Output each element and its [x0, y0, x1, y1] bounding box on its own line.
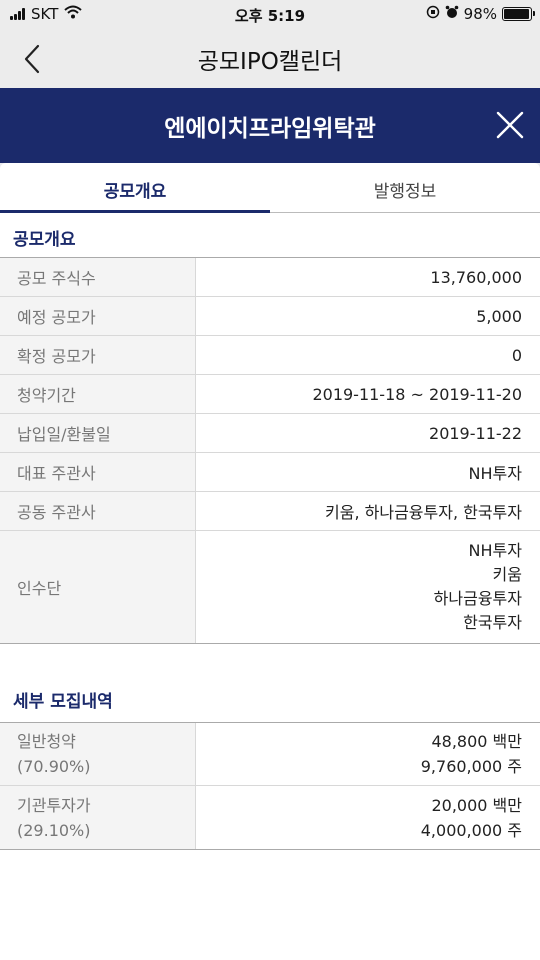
underwriter-list: NH투자 키움 하나금융투자 한국투자: [196, 531, 540, 643]
close-icon: [496, 111, 524, 139]
shares: 4,000,000 주: [420, 820, 522, 840]
row-label: 확정 공모가: [0, 336, 196, 374]
row-label: 청약기간: [0, 375, 196, 413]
alarm-icon: [445, 5, 459, 23]
category-percent: (70.90%): [17, 757, 91, 776]
row-value: 20,000 백만 4,000,000 주: [196, 786, 540, 849]
modal-header: 엔에이치프라임위탁관: [0, 88, 540, 163]
row-label: 일반청약 (70.90%): [0, 723, 196, 785]
active-tab-indicator: [0, 210, 270, 213]
row-value: 2019-11-18 ~ 2019-11-20: [312, 384, 522, 404]
row-value: 0: [511, 345, 522, 365]
row-label: 기관투자가 (29.10%): [0, 786, 196, 849]
overview-table: 공모 주식수 13,760,000 예정 공모가 5,000 확정 공모가 0 …: [0, 257, 540, 644]
underwriter-item: NH투자: [468, 541, 522, 560]
category-percent: (29.10%): [17, 820, 91, 840]
table-row: 예정 공모가 5,000: [0, 297, 540, 336]
category-name: 일반청약: [17, 732, 76, 751]
battery-icon: [502, 7, 535, 21]
battery-fill: [504, 9, 530, 19]
row-label: 예정 공모가: [0, 297, 196, 335]
table-row-underwriters: 인수단 NH투자 키움 하나금융투자 한국투자: [0, 531, 540, 643]
row-value: 2019-11-22: [429, 423, 522, 443]
underwriter-item: 키움: [492, 565, 522, 584]
nav-bar: 공모IPO캘린더: [0, 30, 540, 88]
close-button[interactable]: [492, 107, 528, 143]
tab-overview[interactable]: 공모개요: [0, 163, 270, 212]
row-label: 공동 주관사: [0, 492, 196, 530]
table-row: 공동 주관사 키움, 하나금융투자, 한국투자: [0, 492, 540, 531]
status-bar: SKT 오후 5:19 98%: [0, 0, 540, 30]
row-label: 대표 주관사: [0, 453, 196, 491]
table-row: 납입일/환불일 2019-11-22: [0, 414, 540, 453]
details-section-title: 세부 모집내역: [13, 692, 113, 712]
underwriter-item: 하나금융투자: [433, 589, 522, 608]
shares: 9,760,000 주: [420, 757, 522, 776]
category-name: 기관투자가: [17, 795, 91, 815]
row-value: NH투자: [468, 464, 522, 483]
modal-title: 엔에이치프라임위탁관: [164, 116, 376, 142]
underwriter-item: 한국투자: [463, 613, 522, 632]
row-label: 납입일/환불일: [0, 414, 196, 452]
tab-issue-info[interactable]: 발행정보: [270, 163, 540, 212]
table-row: 기관투자가 (29.10%) 20,000 백만 4,000,000 주: [0, 786, 540, 849]
table-row: 확정 공모가 0: [0, 336, 540, 375]
battery-percent: 98%: [463, 5, 497, 23]
row-value: 5,000: [476, 306, 522, 326]
detail-sheet: 공모개요 발행정보 공모개요 공모 주식수 13,760,000 예정 공모가 …: [0, 163, 540, 960]
status-right: 98%: [426, 5, 535, 23]
nav-title: 공모IPO캘린더: [197, 49, 343, 75]
table-row: 공모 주식수 13,760,000: [0, 258, 540, 297]
row-label: 공모 주식수: [0, 258, 196, 296]
amount: 48,800 백만: [431, 732, 522, 751]
row-value: 48,800 백만 9,760,000 주: [196, 723, 540, 785]
details-table: 일반청약 (70.90%) 48,800 백만 9,760,000 주 기관투자…: [0, 722, 540, 850]
details-section: 세부 모집내역 일반청약 (70.90%) 48,800 백만 9,760,00…: [0, 672, 540, 850]
row-label: 인수단: [0, 531, 196, 643]
table-row: 대표 주관사 NH투자: [0, 453, 540, 492]
table-row: 청약기간 2019-11-18 ~ 2019-11-20: [0, 375, 540, 414]
row-value: 키움, 하나금융투자, 한국투자: [325, 503, 522, 522]
orientation-lock-icon: [426, 5, 440, 23]
table-row: 일반청약 (70.90%) 48,800 백만 9,760,000 주: [0, 723, 540, 786]
amount: 20,000 백만: [431, 795, 522, 815]
tab-bar: 공모개요 발행정보: [0, 163, 540, 213]
overview-section-title: 공모개요: [13, 230, 76, 250]
row-value: 13,760,000: [430, 267, 522, 287]
